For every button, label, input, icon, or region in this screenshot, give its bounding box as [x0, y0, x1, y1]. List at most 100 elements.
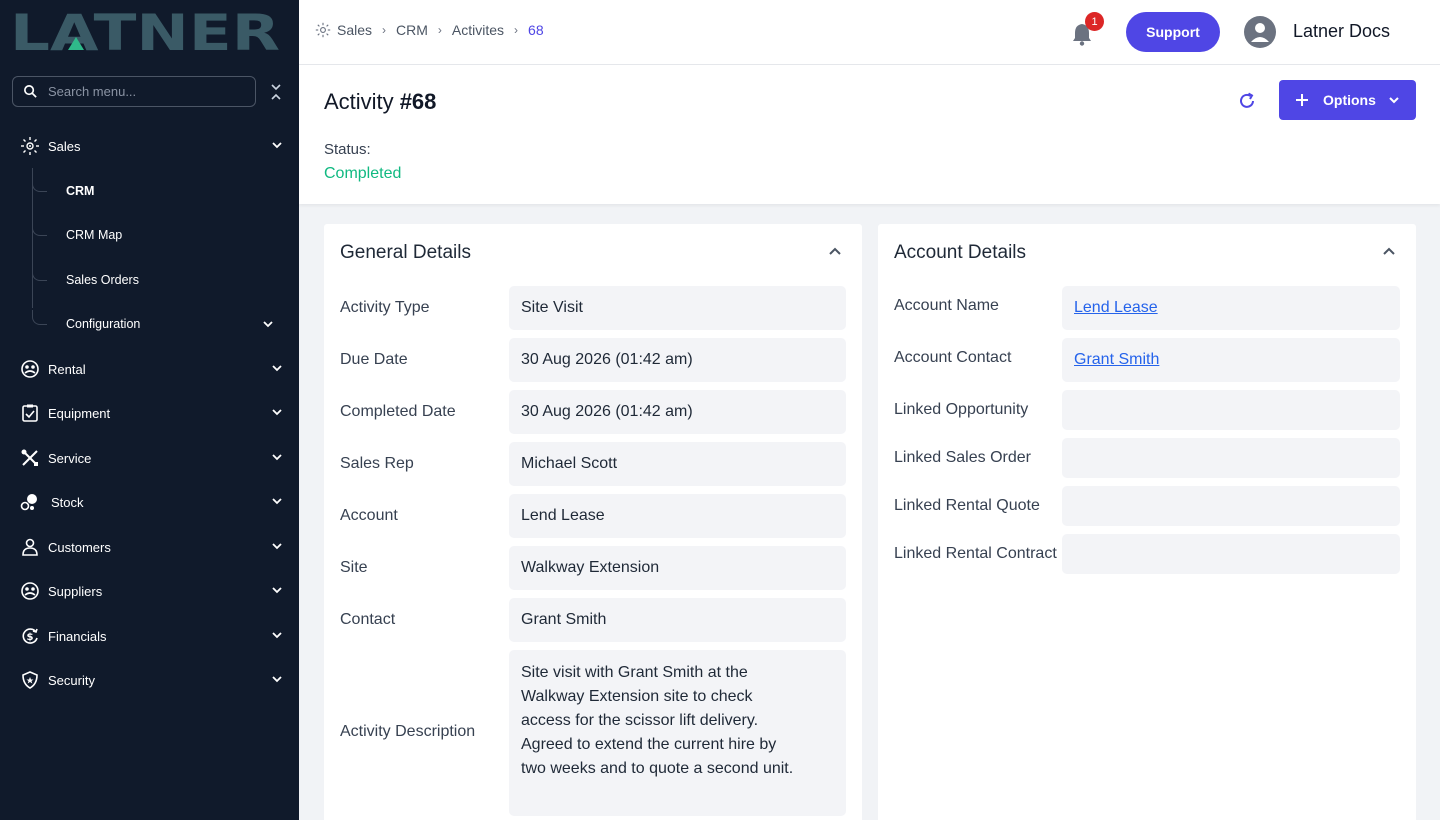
breadcrumb-sales[interactable]: Sales: [337, 22, 372, 38]
sidebar-subitem-label: Configuration: [66, 317, 141, 331]
search-box[interactable]: [12, 76, 256, 107]
options-label: Options: [1323, 92, 1376, 108]
top-bar: Sales › CRM › Activites › 68 1 Support L…: [299, 0, 1440, 65]
chevron-down-icon: [272, 632, 282, 639]
field-value: [1062, 438, 1400, 478]
field-label: Linked Rental Contract: [894, 545, 1057, 562]
sales-icon: [20, 136, 40, 156]
page-title-text: Activity: [324, 89, 394, 114]
sidebar-item-security[interactable]: Security: [0, 662, 299, 698]
sales-icon: [315, 22, 331, 38]
field-label: Contact: [340, 611, 396, 628]
description-value: Site visit with Grant Smith at the Walkw…: [509, 650, 846, 816]
customers-icon: [20, 537, 40, 557]
chevron-down-icon: [272, 142, 282, 149]
sidebar-item-label: Sales: [48, 138, 81, 154]
sidebar-item-service[interactable]: Service: [0, 440, 299, 476]
sidebar-item-label: Security: [48, 672, 95, 688]
field-value: [1062, 486, 1400, 526]
field-label: Activity Type: [340, 299, 430, 316]
sidebar-subitem-label: CRM Map: [66, 228, 123, 242]
chevron-down-icon: [263, 321, 273, 328]
sidebar-item-label: Suppliers: [48, 583, 103, 599]
field-label: Linked Rental Quote: [894, 497, 1040, 514]
sidebar-item-stock[interactable]: Stock: [0, 484, 299, 520]
page-title: Activity #68: [324, 89, 436, 115]
service-icon: [20, 448, 40, 468]
field-label: Activity Description: [340, 723, 476, 740]
field-label: Due Date: [340, 351, 408, 368]
account-contact-link[interactable]: Grant Smith: [1074, 351, 1159, 369]
breadcrumb: Sales › CRM › Activites › 68: [315, 22, 544, 38]
field-value: Grant Smith: [509, 598, 846, 642]
field-label: Account: [340, 507, 398, 524]
sidebar: LATNER Sales CRM CRM Map Sales Orders Co…: [0, 0, 299, 820]
sidebar-subitem-sales-orders[interactable]: Sales Orders: [32, 265, 292, 295]
avatar-icon[interactable]: [1244, 16, 1276, 48]
collapse-sidebar-icon[interactable]: [268, 82, 284, 102]
financials-icon: $: [20, 626, 40, 646]
equipment-icon: [20, 403, 40, 423]
shield-icon: [20, 670, 40, 690]
sub-tree-rail: [32, 168, 33, 308]
field-value: Lend Lease: [1062, 286, 1400, 330]
chevron-down-icon: [272, 454, 282, 461]
sidebar-item-label: Rental: [48, 361, 86, 377]
sidebar-item-suppliers[interactable]: Suppliers: [0, 573, 299, 609]
chevron-down-icon: [272, 498, 282, 505]
general-details-card: General Details Activity Type Site Visit…: [324, 224, 862, 820]
sidebar-item-financials[interactable]: $ Financials: [0, 618, 299, 654]
logo-text: LATNER: [10, 10, 280, 54]
field-label: Linked Opportunity: [894, 401, 1029, 418]
field-value: 30 Aug 2026 (01:42 am): [509, 390, 846, 434]
chevron-up-icon[interactable]: [828, 244, 842, 258]
sidebar-item-sales[interactable]: Sales: [0, 128, 299, 164]
chevron-down-icon: [272, 587, 282, 594]
breadcrumb-current: 68: [528, 22, 544, 38]
sidebar-subitem-crm[interactable]: CRM: [32, 176, 292, 206]
field-label: Linked Sales Order: [894, 449, 1031, 466]
sidebar-subitem-configuration[interactable]: Configuration: [32, 309, 292, 339]
field-value: Michael Scott: [509, 442, 846, 486]
stock-icon: [20, 492, 40, 512]
latner-logo[interactable]: LATNER: [10, 10, 280, 54]
svg-text:$: $: [27, 632, 34, 643]
field-value: Site Visit: [509, 286, 846, 330]
field-value: 30 Aug 2026 (01:42 am): [509, 338, 846, 382]
sidebar-item-equipment[interactable]: Equipment: [0, 395, 299, 431]
chevron-down-icon: [1389, 97, 1399, 104]
field-value: [1062, 390, 1400, 430]
options-button[interactable]: Options: [1279, 80, 1416, 120]
card-title: Account Details: [894, 242, 1027, 263]
field-label: Account Contact: [894, 349, 1012, 366]
plus-icon: [1296, 94, 1308, 106]
chevron-right-icon: ›: [382, 23, 387, 37]
sidebar-item-label: Equipment: [48, 405, 111, 421]
chevron-up-icon[interactable]: [1382, 244, 1396, 258]
status-value: Completed: [324, 165, 402, 182]
breadcrumb-crm[interactable]: CRM: [396, 22, 428, 38]
field-value: Lend Lease: [509, 494, 846, 538]
account-name-link[interactable]: Lend Lease: [1074, 299, 1158, 317]
user-name[interactable]: Latner Docs: [1293, 21, 1390, 42]
refresh-icon[interactable]: [1237, 91, 1257, 111]
chevron-down-icon: [272, 409, 282, 416]
search-input[interactable]: [48, 84, 238, 99]
sidebar-item-rental[interactable]: Rental: [0, 351, 299, 387]
search-icon: [24, 85, 37, 98]
field-label: Account Name: [894, 297, 999, 314]
sidebar-item-label: Financials: [48, 628, 107, 644]
rental-icon: [20, 359, 40, 379]
sidebar-item-customers[interactable]: Customers: [0, 529, 299, 565]
activity-number: #68: [399, 89, 437, 114]
status-label: Status:: [324, 141, 371, 158]
field-value: Grant Smith: [1062, 338, 1400, 382]
sidebar-subitem-crm-map[interactable]: CRM Map: [32, 220, 292, 250]
field-label: Site: [340, 559, 368, 576]
breadcrumb-activities[interactable]: Activites: [452, 22, 504, 38]
field-label: Sales Rep: [340, 455, 414, 472]
account-details-card: Account Details Account Name Lend Lease …: [878, 224, 1416, 820]
sidebar-item-label: Customers: [48, 539, 111, 555]
support-button[interactable]: Support: [1126, 12, 1220, 52]
field-label: Completed Date: [340, 403, 456, 420]
